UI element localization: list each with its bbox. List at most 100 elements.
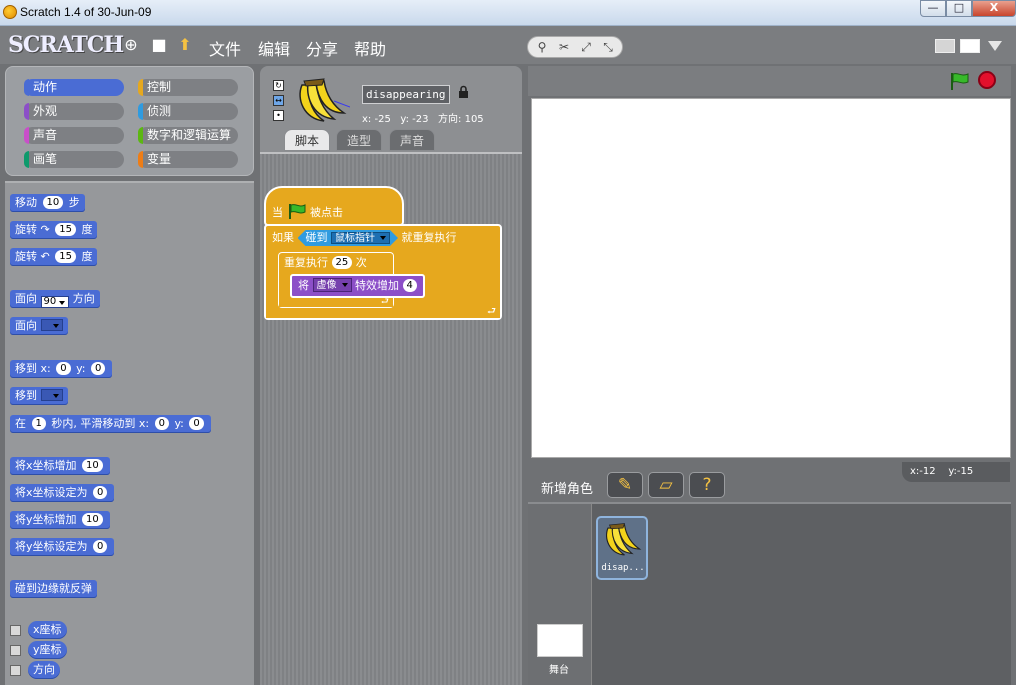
- x-input[interactable]: 0: [154, 417, 169, 430]
- save-icon[interactable]: ■: [150, 36, 168, 54]
- tab-scripts[interactable]: 脚本: [284, 129, 331, 151]
- category-sound[interactable]: 声音: [24, 127, 124, 144]
- delete-tool-icon[interactable]: ✂: [554, 39, 574, 56]
- direction-value: 105: [464, 114, 484, 125]
- stage-thumbnail[interactable]: [537, 624, 583, 657]
- presentation-mode-icon[interactable]: [986, 39, 1006, 53]
- category-sensing[interactable]: 侦测: [138, 103, 238, 120]
- scripts-area[interactable]: 当 被点击 如果 碰到 鼠标指针 就重复执行 ⮐ 重复执行 25 次 ⮐ 将 虚…: [260, 152, 522, 685]
- minimize-button[interactable]: —: [920, 0, 946, 17]
- menu-share[interactable]: 分享: [306, 36, 338, 60]
- seconds-input[interactable]: 1: [31, 417, 46, 430]
- y-input[interactable]: 0: [189, 417, 204, 430]
- block-go-to-xy[interactable]: 移到 x: 0 y: 0: [10, 360, 113, 378]
- block-turn-left[interactable]: 旋转 ↶ 15 度: [10, 248, 98, 266]
- reporter-y-position[interactable]: y座标: [28, 641, 67, 659]
- green-flag-button[interactable]: [949, 72, 969, 90]
- block-touching[interactable]: 碰到 鼠标指针: [298, 230, 399, 246]
- block-text: 次: [355, 256, 367, 269]
- category-swatch: [24, 79, 29, 96]
- direction-label: 方向:: [438, 114, 462, 125]
- duplicate-tool-icon[interactable]: ⚲: [532, 39, 552, 56]
- x-input[interactable]: 0: [56, 362, 71, 375]
- surprise-sprite-button[interactable]: ?: [689, 472, 725, 498]
- block-text: 面向: [15, 292, 37, 305]
- left-right-only-icon[interactable]: ↔: [273, 95, 284, 106]
- block-text: 秒内, 平滑移动到 x:: [51, 417, 150, 430]
- menu-edit[interactable]: 编辑: [258, 36, 290, 60]
- x-position-checkbox[interactable]: [10, 625, 21, 636]
- share-icon[interactable]: ⬆: [176, 36, 194, 54]
- block-set-x[interactable]: 将x坐标设定为 0: [10, 484, 115, 502]
- category-looks[interactable]: 外观: [24, 103, 124, 120]
- category-motion[interactable]: 动作: [24, 79, 124, 96]
- reporter-direction[interactable]: 方向: [28, 661, 60, 679]
- stage-selector[interactable]: 舞台: [528, 504, 592, 685]
- effect-dropdown[interactable]: 虚像: [312, 278, 352, 292]
- block-text: 移到 x:: [15, 362, 51, 375]
- sprite-tile[interactable]: disap...: [596, 516, 648, 580]
- value-input[interactable]: 10: [82, 459, 103, 472]
- sprite-tile-name: disap...: [601, 563, 645, 573]
- category-variables[interactable]: 变量: [138, 151, 238, 168]
- close-button[interactable]: X: [972, 0, 1016, 17]
- repeat-count-input[interactable]: 25: [331, 256, 353, 269]
- normal-stage-mode-icon[interactable]: [960, 39, 980, 53]
- touching-target-dropdown[interactable]: 鼠标指针: [331, 232, 390, 244]
- block-bounce[interactable]: 碰到边缘就反弹: [10, 580, 97, 598]
- choose-sprite-from-file-button[interactable]: ▱: [648, 472, 684, 498]
- block-text: 碰到: [305, 231, 328, 244]
- block-text: 方向: [72, 292, 95, 305]
- steps-input[interactable]: 10: [42, 196, 64, 209]
- target-dropdown[interactable]: [40, 319, 63, 331]
- target-dropdown[interactable]: [40, 389, 63, 401]
- grow-tool-icon[interactable]: ⤢: [576, 39, 596, 56]
- repeat-end: ⮐: [279, 297, 393, 307]
- category-control[interactable]: 控制: [138, 79, 238, 96]
- degrees-input[interactable]: 15: [55, 223, 76, 236]
- lock-icon[interactable]: [458, 85, 469, 103]
- maximize-button[interactable]: □: [946, 0, 972, 17]
- paint-new-sprite-button[interactable]: ✎: [607, 472, 643, 498]
- window-title-bar: Scratch 1.4 of 30-Jun-09 — □ X: [0, 0, 1016, 26]
- category-operators[interactable]: 数字和逻辑运算: [138, 127, 238, 144]
- y-position-checkbox[interactable]: [10, 645, 21, 656]
- block-forever-if[interactable]: 如果 碰到 鼠标指针 就重复执行 ⮐ 重复执行 25 次 ⮐ 将 虚像 特效增加…: [264, 224, 502, 320]
- sprite-name-field[interactable]: disappearing: [362, 85, 450, 104]
- effect-amount-input[interactable]: 4: [402, 279, 417, 292]
- stage-canvas[interactable]: [531, 98, 1011, 458]
- value-input[interactable]: 0: [93, 540, 108, 553]
- category-swatch: [24, 103, 29, 120]
- no-rotation-icon[interactable]: •: [273, 110, 284, 121]
- reporter-x-position[interactable]: x座标: [28, 621, 67, 639]
- block-move-steps[interactable]: 移动 10 步: [10, 194, 85, 212]
- degrees-input[interactable]: 15: [55, 250, 76, 263]
- direction-checkbox[interactable]: [10, 665, 21, 676]
- small-stage-mode-icon[interactable]: [935, 39, 955, 53]
- globe-icon[interactable]: ⊕: [122, 36, 140, 54]
- block-change-effect[interactable]: 将 虚像 特效增加 4: [290, 274, 425, 298]
- value-input[interactable]: 0: [93, 486, 108, 499]
- block-point-towards[interactable]: 面向: [10, 317, 68, 335]
- shrink-tool-icon[interactable]: ⤡: [598, 39, 618, 56]
- block-go-to[interactable]: 移到: [10, 387, 68, 405]
- block-when-flag-clicked[interactable]: 当 被点击: [264, 186, 404, 226]
- y-input[interactable]: 0: [91, 362, 106, 375]
- direction-dropdown[interactable]: 90: [40, 296, 70, 308]
- tab-costumes[interactable]: 造型: [336, 129, 383, 151]
- block-turn-right[interactable]: 旋转 ↷ 15 度: [10, 221, 98, 239]
- block-change-x[interactable]: 将x坐标增加 10: [10, 457, 110, 475]
- block-text: 将: [298, 279, 309, 292]
- block-glide[interactable]: 在 1 秒内, 平滑移动到 x: 0 y: 0: [10, 415, 211, 433]
- category-label: 数字和逻辑运算: [147, 128, 232, 142]
- block-change-y[interactable]: 将y坐标增加 10: [10, 511, 110, 529]
- menu-file[interactable]: 文件: [209, 36, 241, 60]
- block-point-in-direction[interactable]: 面向 90 方向: [10, 290, 100, 308]
- stop-button[interactable]: [978, 71, 996, 89]
- rotate-all-around-icon[interactable]: ↻: [273, 80, 284, 91]
- tab-sounds[interactable]: 声音: [389, 129, 436, 151]
- category-pen[interactable]: 画笔: [24, 151, 124, 168]
- block-set-y[interactable]: 将y坐标设定为 0: [10, 538, 115, 556]
- menu-help[interactable]: 帮助: [354, 36, 386, 60]
- value-input[interactable]: 10: [82, 513, 103, 526]
